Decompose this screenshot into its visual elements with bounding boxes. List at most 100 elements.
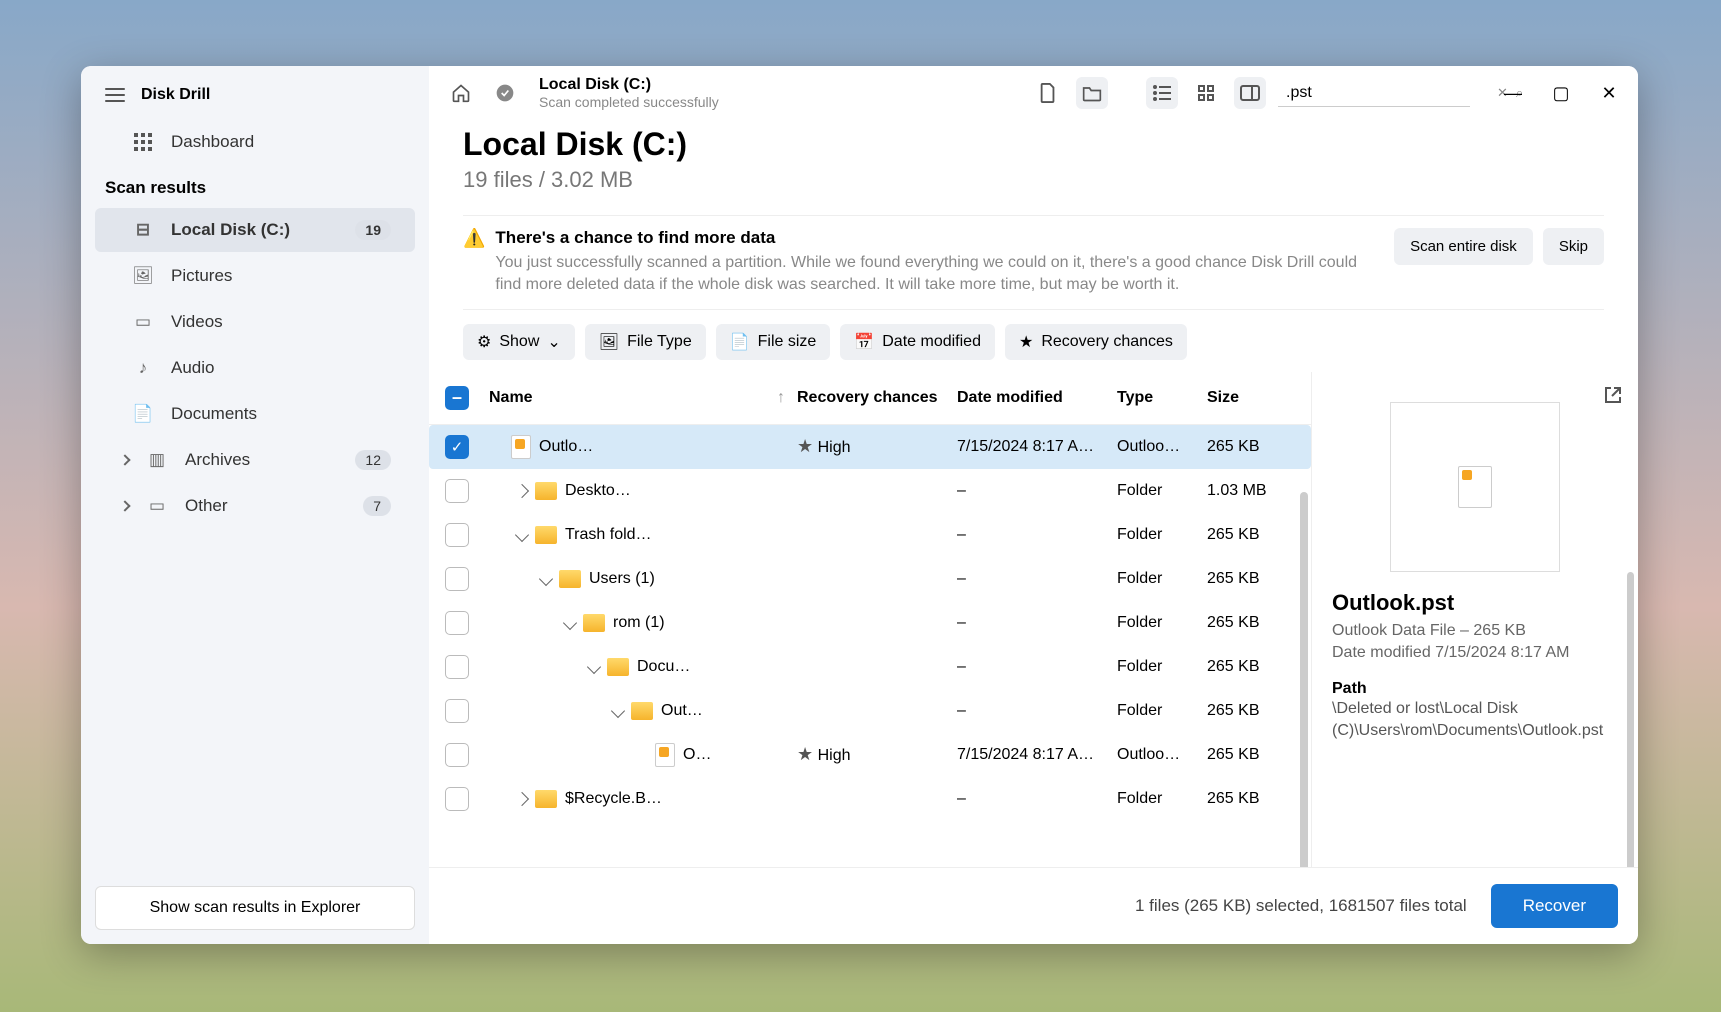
tree-arrow-icon[interactable] — [611, 704, 625, 718]
table-row[interactable]: ✓Outlo…★ High7/15/2024 8:17 A…Outloo…265… — [429, 425, 1311, 469]
panel-scrollbar[interactable] — [1627, 572, 1634, 867]
chevron-right-icon — [119, 454, 130, 465]
row-checkbox[interactable] — [445, 567, 469, 591]
disk-icon: ⊟ — [133, 220, 153, 240]
row-checkbox[interactable] — [445, 699, 469, 723]
table-row[interactable]: Docu…–Folder265 KB — [429, 645, 1311, 689]
col-type[interactable]: Type — [1111, 381, 1201, 415]
folder-icon — [607, 658, 629, 676]
check-circle-icon[interactable] — [489, 77, 521, 109]
row-type: Folder — [1111, 694, 1201, 728]
tree-arrow-icon[interactable] — [539, 572, 553, 586]
col-name[interactable]: Name↑ — [483, 381, 791, 415]
table-scrollbar[interactable] — [1300, 492, 1308, 867]
banner-title: There's a chance to find more data — [495, 228, 1378, 248]
folder-icon — [535, 790, 557, 808]
popout-icon[interactable] — [1604, 386, 1624, 406]
table-row[interactable]: O…★ High7/15/2024 8:17 A…Outloo…265 KB — [429, 733, 1311, 777]
row-checkbox[interactable] — [445, 743, 469, 767]
file-size-filter-button[interactable]: 📄File size — [716, 324, 831, 360]
table-row[interactable]: Deskto…–Folder1.03 MB — [429, 469, 1311, 513]
sidebar-item-other[interactable]: ▭Other7 — [95, 484, 415, 528]
row-checkbox[interactable] — [445, 611, 469, 635]
col-recovery[interactable]: Recovery chances — [791, 381, 951, 415]
row-type: Outloo… — [1111, 430, 1201, 464]
col-date[interactable]: Date modified — [951, 381, 1111, 415]
toolbar: Local Disk (C:) Scan completed successfu… — [429, 66, 1638, 118]
path-label: Path — [1332, 680, 1618, 698]
row-recovery: High — [818, 439, 851, 456]
sidebar-item-label: Archives — [185, 450, 250, 470]
row-type: Outloo… — [1111, 738, 1201, 772]
footer: 1 files (265 KB) selected, 1681507 files… — [429, 867, 1638, 944]
video-icon: ▭ — [133, 312, 153, 332]
image-icon: 🖼 — [133, 266, 153, 286]
table-row[interactable]: rom (1)–Folder265 KB — [429, 601, 1311, 645]
skip-button[interactable]: Skip — [1543, 228, 1604, 265]
folder-icon — [535, 482, 557, 500]
row-type: Folder — [1111, 650, 1201, 684]
sidebar-item-archives[interactable]: ▥Archives12 — [95, 438, 415, 482]
row-checkbox[interactable] — [445, 479, 469, 503]
sidebar-dashboard[interactable]: Dashboard — [95, 120, 415, 164]
sidebar-item-local-disk-c-[interactable]: ⊟Local Disk (C:)19 — [95, 208, 415, 252]
file-table: – Name↑ Recovery chances Date modified T… — [429, 372, 1312, 867]
table-row[interactable]: $Recycle.B…–Folder265 KB — [429, 777, 1311, 821]
page-subtitle: 19 files / 3.02 MB — [463, 167, 1604, 193]
date-filter-button[interactable]: 📅Date modified — [840, 324, 995, 360]
col-size[interactable]: Size — [1201, 381, 1301, 415]
sidebar-header: Disk Drill — [81, 66, 429, 118]
tree-arrow-icon[interactable] — [515, 484, 529, 498]
row-type: Folder — [1111, 562, 1201, 596]
table-row[interactable]: Out…–Folder265 KB — [429, 689, 1311, 733]
dashboard-label: Dashboard — [171, 132, 254, 152]
show-in-explorer-button[interactable]: Show scan results in Explorer — [95, 886, 415, 930]
row-size: 265 KB — [1201, 430, 1301, 464]
minimize-button[interactable]: — — [1500, 80, 1526, 106]
star-icon: ★ — [797, 744, 813, 764]
tree-arrow-icon[interactable] — [587, 660, 601, 674]
sidebar-item-pictures[interactable]: 🖼Pictures — [95, 254, 415, 298]
detail-title: Outlook.pst — [1332, 590, 1618, 616]
search-field[interactable] — [1286, 84, 1493, 102]
folder-icon — [583, 614, 605, 632]
tree-arrow-icon[interactable] — [515, 528, 529, 542]
hamburger-icon[interactable] — [105, 88, 125, 102]
page-title: Local Disk (C:) — [463, 126, 1604, 163]
maximize-button[interactable]: ▢ — [1548, 80, 1574, 106]
list-view-icon[interactable] — [1146, 77, 1178, 109]
select-all-checkbox[interactable]: – — [445, 386, 469, 410]
row-checkbox[interactable] — [445, 787, 469, 811]
close-button[interactable]: ✕ — [1596, 80, 1622, 106]
star-icon: ★ — [1019, 332, 1033, 352]
app-window: Disk Drill Dashboard Scan results ⊟Local… — [81, 66, 1638, 944]
folder-icon[interactable] — [1076, 77, 1108, 109]
recover-button[interactable]: Recover — [1491, 884, 1618, 928]
tree-arrow-icon[interactable] — [563, 616, 577, 630]
sidebar-item-documents[interactable]: 📄Documents — [95, 392, 415, 436]
sidebar-item-videos[interactable]: ▭Videos — [95, 300, 415, 344]
row-name: Trash fold… — [565, 526, 652, 544]
row-type: Folder — [1111, 782, 1201, 816]
path-value: \Deleted or lost\Local Disk (C)\Users\ro… — [1332, 698, 1618, 743]
row-checkbox[interactable] — [445, 523, 469, 547]
panel-toggle-icon[interactable] — [1234, 77, 1266, 109]
row-date: 7/15/2024 8:17 A… — [951, 738, 1111, 772]
tree-arrow-icon[interactable] — [515, 792, 529, 806]
home-icon[interactable] — [445, 77, 477, 109]
sidebar-item-audio[interactable]: ♪Audio — [95, 346, 415, 390]
row-checkbox[interactable]: ✓ — [445, 435, 469, 459]
search-input[interactable]: ✕ ⌕ — [1278, 80, 1470, 107]
grid-view-icon[interactable] — [1190, 77, 1222, 109]
file-type-filter-button[interactable]: 🖼File Type — [585, 324, 706, 360]
scan-entire-disk-button[interactable]: Scan entire disk — [1394, 228, 1533, 265]
row-size: 265 KB — [1201, 562, 1301, 596]
file-icon[interactable] — [1032, 77, 1064, 109]
row-checkbox[interactable] — [445, 655, 469, 679]
selection-status: 1 files (265 KB) selected, 1681507 files… — [1135, 896, 1467, 916]
show-filter-button[interactable]: ⚙Show⌄ — [463, 324, 575, 360]
folder-icon — [559, 570, 581, 588]
recovery-filter-button[interactable]: ★Recovery chances — [1005, 324, 1187, 360]
table-row[interactable]: Users (1)–Folder265 KB — [429, 557, 1311, 601]
table-row[interactable]: Trash fold…–Folder265 KB — [429, 513, 1311, 557]
